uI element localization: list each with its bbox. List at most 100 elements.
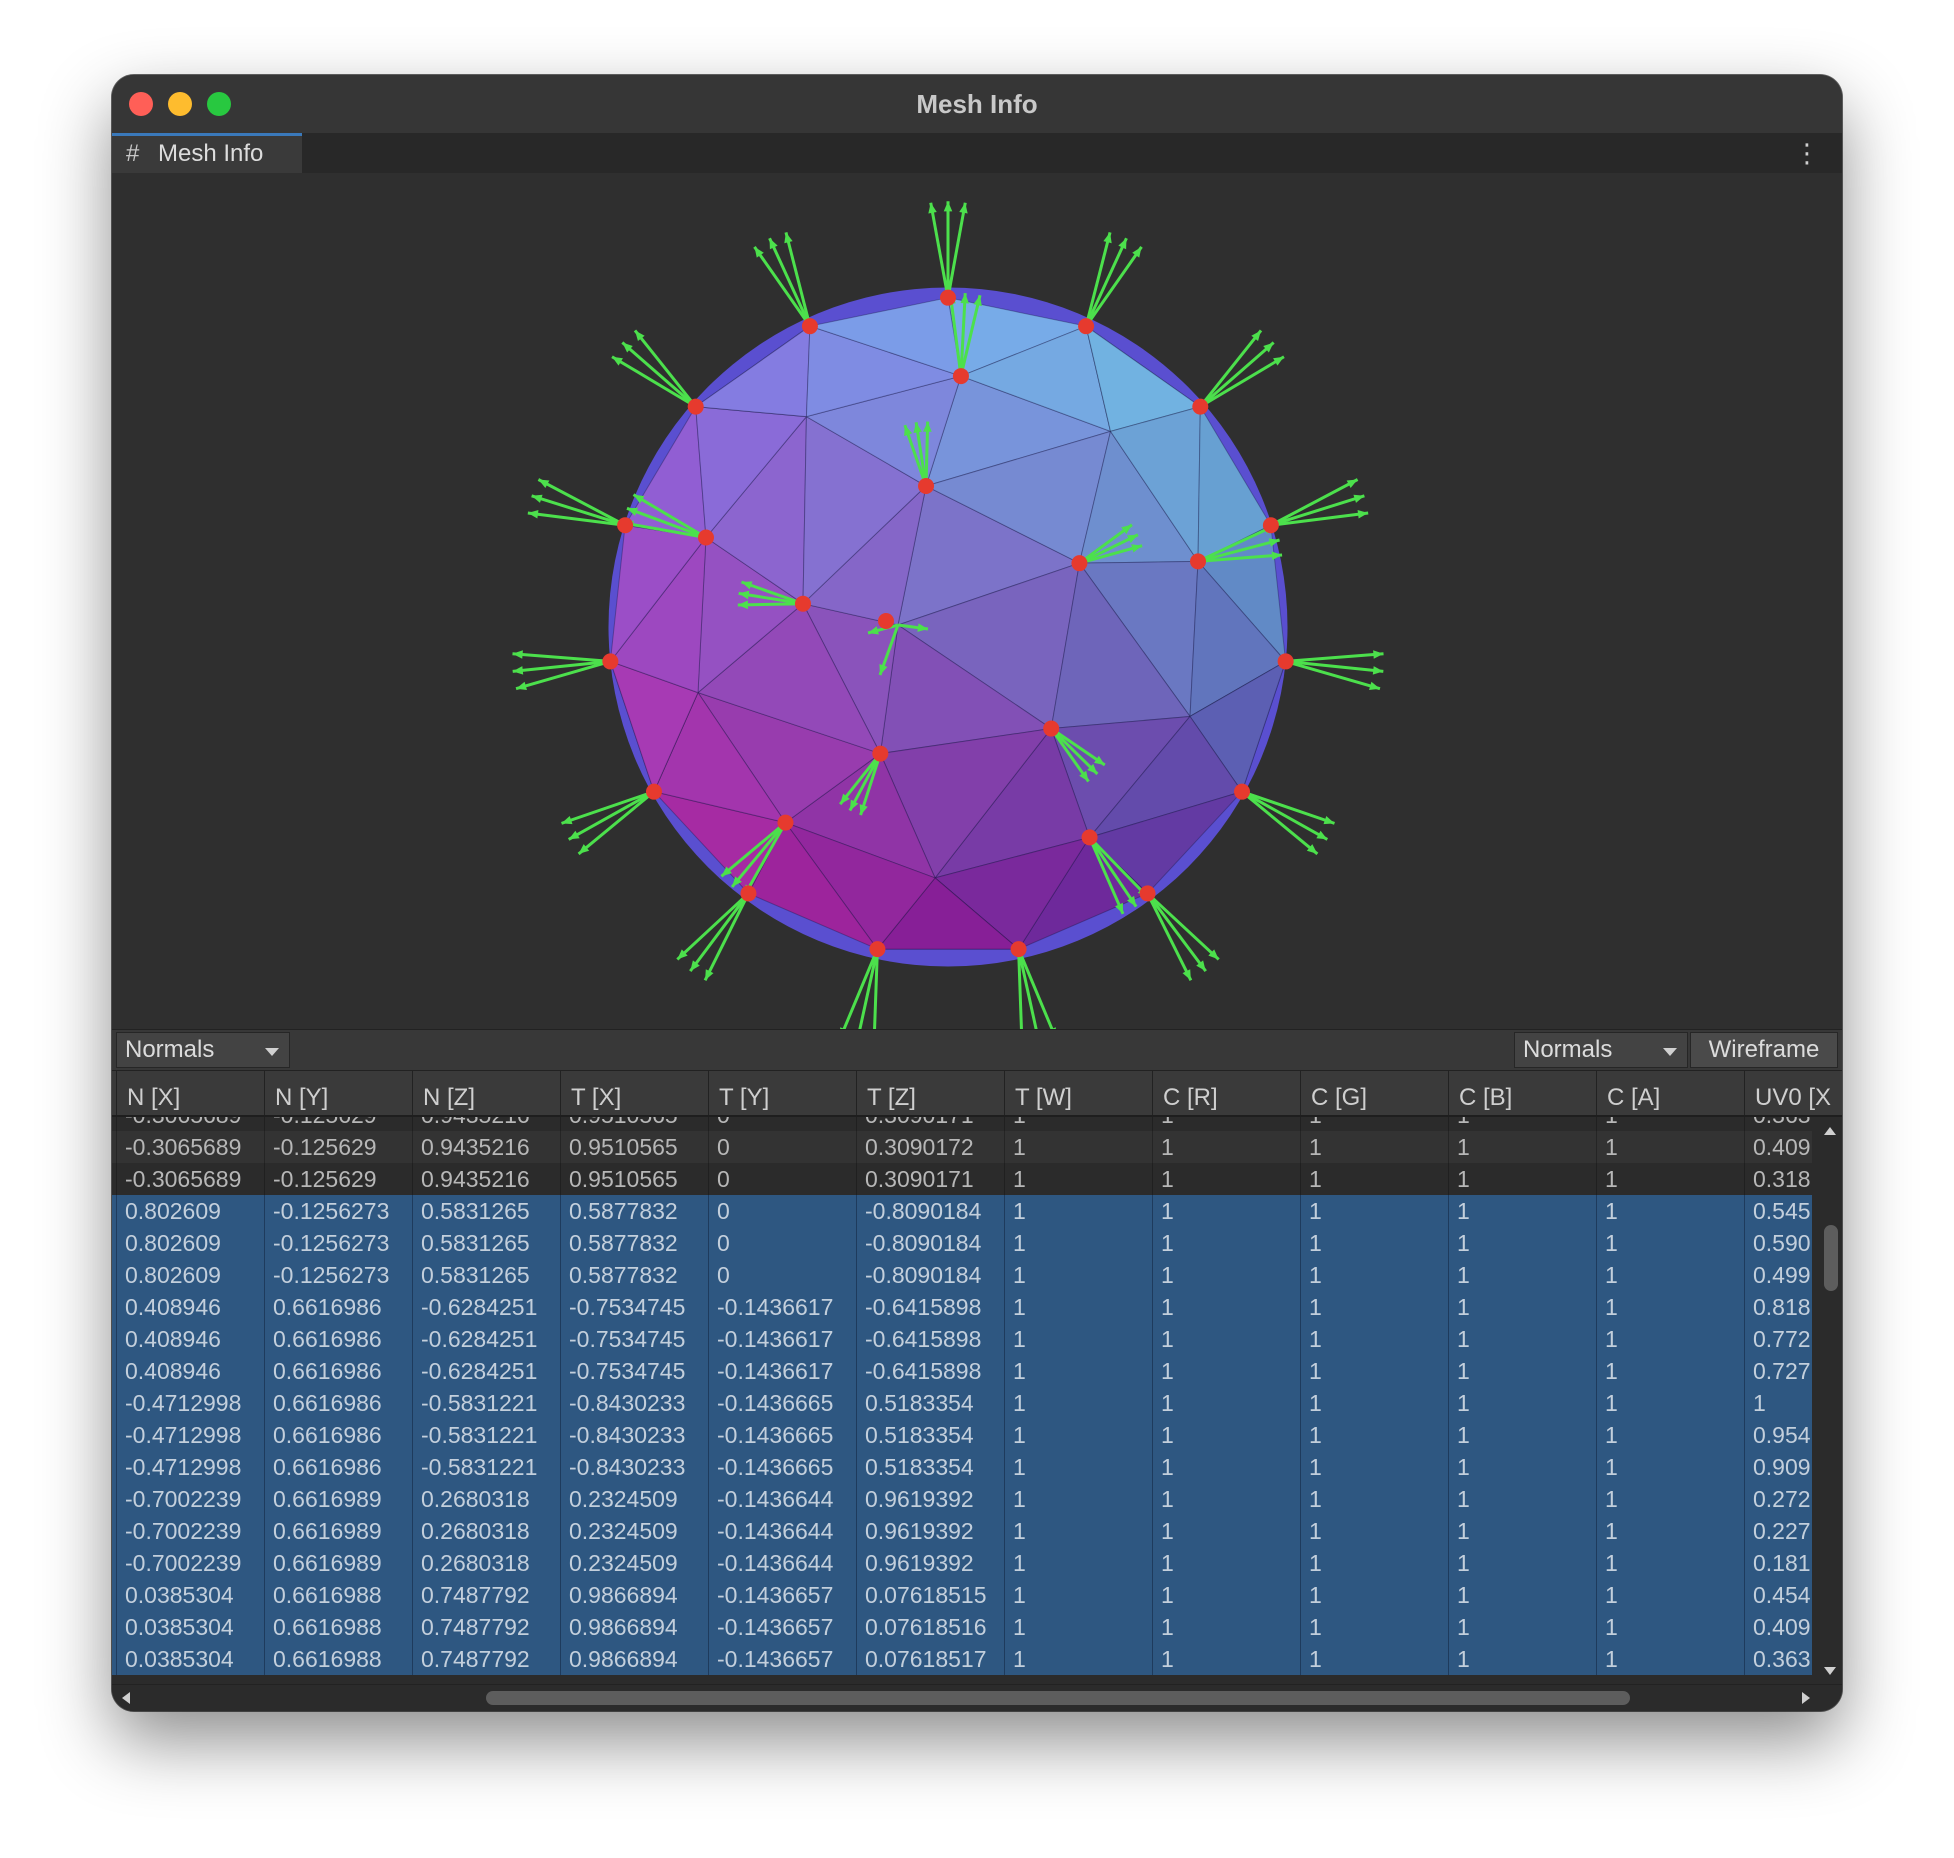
column-header[interactable]: N [Z] (412, 1071, 560, 1115)
column-header[interactable]: T [Z] (856, 1071, 1004, 1115)
table-row[interactable]: -0.4712998 0.6616986 -0.5831221 -0.8430233-… (112, 1451, 1812, 1483)
table-row[interactable]: -0.4712998 0.6616986 -0.5831221 -0.8430233-… (112, 1419, 1812, 1451)
table-cell: 0.6616986 (264, 1323, 412, 1355)
table-cell: 1 (1004, 1419, 1152, 1451)
column-header[interactable]: C [R] (1152, 1071, 1300, 1115)
column-header[interactable]: N [X] (116, 1071, 264, 1115)
vertical-scrollbar[interactable] (1818, 1117, 1842, 1685)
table-cell: 1 (1152, 1611, 1300, 1643)
table-row[interactable]: -0.3065689-0.1256290.94352160.951056500.… (112, 1117, 1812, 1131)
table-cell: -0.125629 (264, 1131, 412, 1163)
column-header[interactable]: C [G] (1300, 1071, 1448, 1115)
table-cell: 1 (1448, 1387, 1596, 1419)
column-header[interactable]: T [Y] (708, 1071, 856, 1115)
table-cell: 1 (1596, 1323, 1744, 1355)
table-cell: 1 (1152, 1547, 1300, 1579)
scroll-left-icon[interactable] (122, 1692, 130, 1704)
table-row[interactable]: 0.408946 0.6616986 -0.6284251 -0.7534745 -0.… (112, 1291, 1812, 1323)
table-cell: 1 (1448, 1643, 1596, 1675)
table-cell: 0.6616986 (264, 1355, 412, 1387)
table-cell: 0.9435216 (412, 1163, 560, 1195)
table-cell: -0.1436644 (708, 1515, 856, 1547)
table-cell: 1 (1596, 1611, 1744, 1643)
vertex-marker (940, 289, 956, 306)
vertex-marker (687, 398, 704, 415)
table-cell: 0.9510565 (560, 1131, 708, 1163)
table-cell: 0.727 (1744, 1355, 1812, 1387)
table-row[interactable]: 0.802609 -0.1256273 0.5831265 0.5877832 0 -0.… (112, 1195, 1812, 1227)
table-cell: -0.1436657 (708, 1643, 856, 1675)
table-body[interactable]: -0.3065689 -0.125629 0.9435216 0.9510565 0 0.… (112, 1117, 1812, 1685)
table-cell: 0.2324509 (560, 1483, 708, 1515)
column-header[interactable]: T [W] (1004, 1071, 1152, 1115)
wireframe-toggle-button[interactable]: Wireframe (1690, 1032, 1838, 1068)
table-row[interactable]: 0.802609 -0.1256273 0.5831265 0.5877832 0 -0.… (112, 1227, 1812, 1259)
normal-arrow (946, 202, 967, 298)
table-cell: -0.5831221 (412, 1387, 560, 1419)
table-row[interactable]: 0.408946 0.6616986 -0.6284251 -0.7534745 -0.… (112, 1323, 1812, 1355)
vertical-scroll-thumb[interactable] (1824, 1225, 1838, 1291)
vertex-marker (801, 318, 818, 335)
column-header[interactable]: T [X] (560, 1071, 708, 1115)
table-cell: -0.1436617 (708, 1323, 856, 1355)
column-set-dropdown[interactable]: Normals (116, 1032, 290, 1068)
normal-arrow-head (1323, 816, 1335, 825)
scroll-up-icon[interactable] (1824, 1127, 1836, 1135)
table-cell: 1 (1596, 1291, 1744, 1323)
mesh-preview-viewport[interactable] (112, 173, 1842, 1029)
column-header[interactable]: C [A] (1596, 1071, 1744, 1115)
table-row[interactable]: -0.4712998 0.6616986 -0.5831221 -0.8430233-… (112, 1387, 1812, 1419)
table-cell: 1 (1152, 1131, 1300, 1163)
table-cell: 0.454 (1744, 1579, 1812, 1611)
table-row[interactable]: 0.802609 -0.1256273 0.5831265 0.5877832 0 -0.… (112, 1259, 1812, 1291)
scroll-down-icon[interactable] (1824, 1667, 1836, 1675)
table-cell: 0.7487792 (412, 1579, 560, 1611)
table-row[interactable]: -0.7002239 0.6616989 0.2680318 0.2324509 -0.… (112, 1547, 1812, 1579)
mesh-preview-canvas[interactable] (112, 173, 1842, 1029)
table-cell: 0.5183354 (856, 1419, 1004, 1451)
table-row[interactable]: 0.0385304 0.6616988 0.7487792 0.9866894 -0.1… (112, 1643, 1812, 1675)
table-cell: 0.3090171 (856, 1163, 1004, 1195)
table-row[interactable]: 0.0385304 0.6616988 0.7487792 0.9866894 -0.1… (112, 1611, 1812, 1643)
vertex-marker (878, 613, 894, 629)
table-cell: 1 (1300, 1323, 1448, 1355)
table-cell: -0.1436665 (708, 1451, 856, 1483)
table-cell: 1 (1596, 1163, 1744, 1195)
table-cell: 1 (1448, 1259, 1596, 1291)
column-header[interactable]: UV0 [X (1744, 1071, 1842, 1115)
table-cell: 1 (1300, 1131, 1448, 1163)
table-cell: 1 (1152, 1387, 1300, 1419)
column-header[interactable]: N [Y] (264, 1071, 412, 1115)
table-row[interactable]: -0.3065689-0.1256290.94352160.951056500.… (112, 1163, 1812, 1195)
table-cell: -0.1436657 (708, 1579, 856, 1611)
more-options-icon[interactable]: ⋮ (1794, 139, 1820, 167)
tab-mesh-info[interactable]: # Mesh Info (112, 133, 302, 173)
column-header[interactable]: C [B] (1448, 1071, 1596, 1115)
table-row[interactable]: -0.3065689-0.1256290.94352160.951056500.… (112, 1131, 1812, 1163)
scroll-right-icon[interactable] (1802, 1692, 1810, 1704)
table-cell: -0.1436617 (708, 1291, 856, 1323)
table-cell: 0.6616989 (264, 1547, 412, 1579)
table-row[interactable]: -0.7002239 0.6616989 0.2680318 0.2324509 -0.… (112, 1483, 1812, 1515)
table-row[interactable]: -0.7002239 0.6616989 0.2680318 0.2324509 -0.… (112, 1515, 1812, 1547)
table-cell: 1 (1004, 1579, 1152, 1611)
table-cell: 1 (1300, 1451, 1448, 1483)
table-cell: 0.802609 (116, 1195, 264, 1227)
table-cell: 0.408946 (116, 1323, 264, 1355)
table-cell: 1 (1300, 1483, 1448, 1515)
table-cell: -0.1436617 (708, 1355, 856, 1387)
table-cell: 0.6616988 (264, 1611, 412, 1643)
vertex-marker (697, 529, 714, 546)
table-row[interactable]: 0.0385304 0.6616988 0.7487792 0.9866894 -0.1… (112, 1579, 1812, 1611)
vertex-marker (1010, 941, 1027, 958)
normal-arrow (929, 202, 950, 298)
horizontal-scroll-thumb[interactable] (486, 1691, 1630, 1705)
table-cell: 1 (1004, 1547, 1152, 1579)
visualization-dropdown[interactable]: Normals (1514, 1032, 1688, 1068)
table-cell: -0.4712998 (116, 1419, 264, 1451)
table-cell: 1 (1300, 1195, 1448, 1227)
horizontal-scrollbar[interactable] (112, 1684, 1842, 1711)
table-cell: -0.7002239 (116, 1547, 264, 1579)
table-row[interactable]: 0.408946 0.6616986 -0.6284251 -0.7534745 -0.… (112, 1355, 1812, 1387)
table-cell: 0.5831265 (412, 1227, 560, 1259)
